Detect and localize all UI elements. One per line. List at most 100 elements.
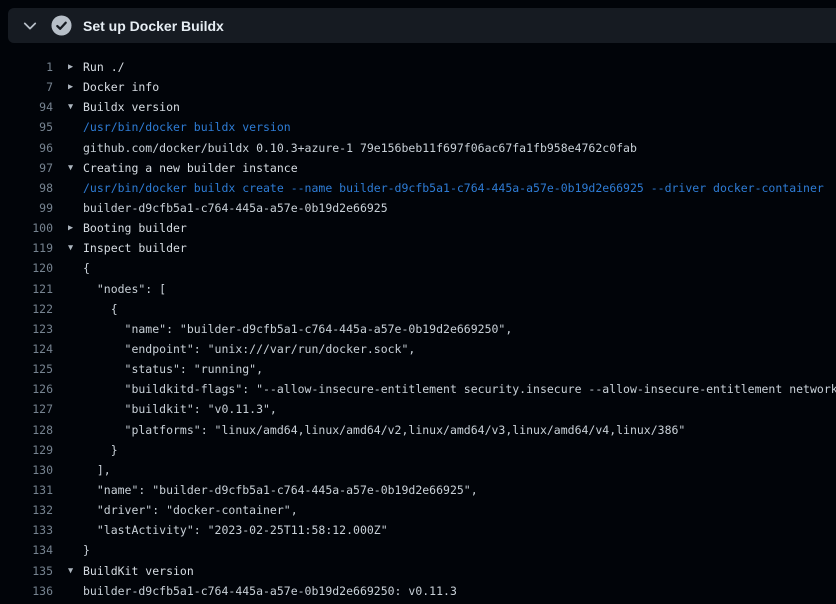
disclosure-triangle-icon: [53, 379, 83, 399]
log-text: "endpoint": "unix:///var/run/docker.sock…: [83, 339, 415, 359]
line-number[interactable]: 124: [0, 339, 53, 359]
log-text: "name": "builder-d9cfb5a1-c764-445a-a57e…: [83, 319, 512, 339]
line-number[interactable]: 127: [0, 399, 53, 419]
line-number[interactable]: 131: [0, 480, 53, 500]
log-text: BuildKit version: [83, 561, 194, 581]
log-text: ],: [83, 460, 111, 480]
line-number[interactable]: 132: [0, 500, 53, 520]
log-line: 130 ],: [0, 460, 836, 480]
line-number[interactable]: 98: [0, 178, 53, 198]
disclosure-triangle-icon: [53, 540, 83, 560]
line-number[interactable]: 126: [0, 379, 53, 399]
log-text: builder-d9cfb5a1-c764-445a-a57e-0b19d2e6…: [83, 581, 457, 601]
step-title: Set up Docker Buildx: [83, 18, 224, 34]
line-number[interactable]: 134: [0, 540, 53, 560]
disclosure-triangle-icon: ▼: [53, 561, 83, 581]
disclosure-triangle-icon: [53, 581, 83, 601]
disclosure-triangle-icon: [53, 420, 83, 440]
line-number[interactable]: 120: [0, 258, 53, 278]
line-number[interactable]: 125: [0, 359, 53, 379]
log-line[interactable]: 135 ▼ BuildKit version: [0, 561, 836, 581]
disclosure-triangle-icon: ▶: [53, 57, 83, 77]
log-container: 1 ▶ Run ./ 7 ▶ Docker info 94 ▼ Buildx v…: [0, 57, 836, 601]
log-line: 127 "buildkit": "v0.11.3",: [0, 399, 836, 419]
log-line: 125 "status": "running",: [0, 359, 836, 379]
log-text: {: [83, 258, 90, 278]
log-line: 132 "driver": "docker-container",: [0, 500, 836, 520]
log-text: Booting builder: [83, 218, 187, 238]
log-line: 131 "name": "builder-d9cfb5a1-c764-445a-…: [0, 480, 836, 500]
disclosure-triangle-icon: ▼: [53, 97, 83, 117]
line-number[interactable]: 94: [0, 97, 53, 117]
line-number[interactable]: 100: [0, 218, 53, 238]
log-line: 123 "name": "builder-d9cfb5a1-c764-445a-…: [0, 319, 836, 339]
log-line: 134 }: [0, 540, 836, 560]
line-number[interactable]: 133: [0, 520, 53, 540]
line-number[interactable]: 129: [0, 440, 53, 460]
check-circle-icon: [51, 15, 72, 36]
disclosure-triangle-icon: [53, 299, 83, 319]
line-number[interactable]: 130: [0, 460, 53, 480]
log-text: Run ./: [83, 57, 125, 77]
line-number[interactable]: 96: [0, 138, 53, 158]
log-text: /usr/bin/docker buildx version: [83, 117, 291, 137]
log-line: 120 {: [0, 258, 836, 278]
log-text: Inspect builder: [83, 238, 187, 258]
line-number[interactable]: 128: [0, 420, 53, 440]
log-text: }: [83, 540, 90, 560]
line-number[interactable]: 95: [0, 117, 53, 137]
line-number[interactable]: 121: [0, 279, 53, 299]
disclosure-triangle-icon: [53, 279, 83, 299]
line-number[interactable]: 7: [0, 77, 53, 97]
log-text: "buildkitd-flags": "--allow-insecure-ent…: [83, 379, 836, 399]
log-line[interactable]: 100 ▶ Booting builder: [0, 218, 836, 238]
log-text: Buildx version: [83, 97, 180, 117]
log-line[interactable]: 97 ▼ Creating a new builder instance: [0, 158, 836, 178]
log-line: 98 /usr/bin/docker buildx create --name …: [0, 178, 836, 198]
log-line: 124 "endpoint": "unix:///var/run/docker.…: [0, 339, 836, 359]
log-line: 121 "nodes": [: [0, 279, 836, 299]
log-text: /usr/bin/docker buildx create --name bui…: [83, 178, 824, 198]
disclosure-triangle-icon: [53, 520, 83, 540]
log-text: "lastActivity": "2023-02-25T11:58:12.000…: [83, 520, 388, 540]
log-line[interactable]: 1 ▶ Run ./: [0, 57, 836, 77]
log-line: 129 }: [0, 440, 836, 460]
chevron-down-icon[interactable]: [22, 18, 38, 34]
disclosure-triangle-icon: ▶: [53, 218, 83, 238]
log-text: "buildkit": "v0.11.3",: [83, 399, 277, 419]
log-line: 99 builder-d9cfb5a1-c764-445a-a57e-0b19d…: [0, 198, 836, 218]
log-text: Docker info: [83, 77, 159, 97]
line-number[interactable]: 119: [0, 238, 53, 258]
disclosure-triangle-icon: [53, 500, 83, 520]
disclosure-triangle-icon: [53, 339, 83, 359]
log-line[interactable]: 94 ▼ Buildx version: [0, 97, 836, 117]
log-text: "status": "running",: [83, 359, 263, 379]
log-line: 133 "lastActivity": "2023-02-25T11:58:12…: [0, 520, 836, 540]
line-number[interactable]: 122: [0, 299, 53, 319]
log-line[interactable]: 119 ▼ Inspect builder: [0, 238, 836, 258]
log-line: 95 /usr/bin/docker buildx version: [0, 117, 836, 137]
line-number[interactable]: 123: [0, 319, 53, 339]
line-number[interactable]: 97: [0, 158, 53, 178]
disclosure-triangle-icon: ▼: [53, 238, 83, 258]
disclosure-triangle-icon: [53, 440, 83, 460]
log-line[interactable]: 7 ▶ Docker info: [0, 77, 836, 97]
log-text: }: [83, 440, 118, 460]
line-number[interactable]: 1: [0, 57, 53, 77]
log-line: 126 "buildkitd-flags": "--allow-insecure…: [0, 379, 836, 399]
log-line: 122 {: [0, 299, 836, 319]
step-header[interactable]: Set up Docker Buildx: [8, 8, 836, 43]
line-number[interactable]: 99: [0, 198, 53, 218]
log-text: {: [83, 299, 118, 319]
log-line: 128 "platforms": "linux/amd64,linux/amd6…: [0, 420, 836, 440]
disclosure-triangle-icon: [53, 319, 83, 339]
disclosure-triangle-icon: [53, 198, 83, 218]
disclosure-triangle-icon: [53, 117, 83, 137]
log-text: builder-d9cfb5a1-c764-445a-a57e-0b19d2e6…: [83, 198, 388, 218]
log-line: 96 github.com/docker/buildx 0.10.3+azure…: [0, 138, 836, 158]
log-text: "name": "builder-d9cfb5a1-c764-445a-a57e…: [83, 480, 478, 500]
log-text: "driver": "docker-container",: [83, 500, 298, 520]
line-number[interactable]: 135: [0, 561, 53, 581]
log-text: github.com/docker/buildx 0.10.3+azure-1 …: [83, 138, 637, 158]
line-number[interactable]: 136: [0, 581, 53, 601]
